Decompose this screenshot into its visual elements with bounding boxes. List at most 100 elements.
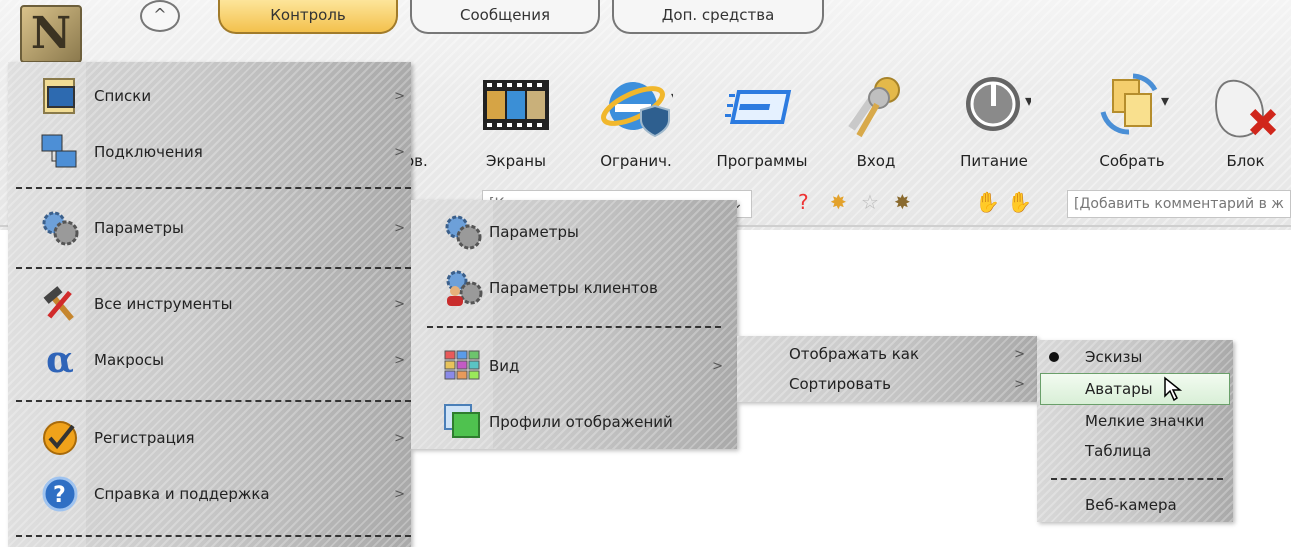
client-gears-icon <box>441 268 485 308</box>
tool-login[interactable]: Вход <box>826 72 926 170</box>
tool-power-label: Питание <box>960 152 1028 170</box>
menu-item-all-tools-label: Все инструменты <box>94 295 233 313</box>
submenu-item-sort-label: Сортировать <box>789 375 891 393</box>
option-webcam-label: Веб-камера <box>1085 496 1177 514</box>
display-as-submenu: Эскизы Аватары Мелкие значки Таблица Веб… <box>1037 340 1233 522</box>
option-thumbnails[interactable]: Эскизы <box>1037 342 1233 372</box>
menu-item-connections-label: Подключения <box>94 143 203 161</box>
submenu-arrow-icon: > <box>394 88 405 104</box>
menu-item-registration-label: Регистрация <box>94 429 195 447</box>
tab-extra-tools[interactable]: Доп. средства <box>612 0 824 34</box>
power-icon: ▾ <box>966 77 1031 131</box>
tool-restrict-label: Огранич. <box>600 152 672 170</box>
submenu-item-sort[interactable]: Сортировать > <box>737 370 1037 398</box>
film-screens-icon <box>483 80 549 130</box>
hand-red-icon[interactable]: ✋ <box>1007 190 1032 214</box>
tool-partial[interactable]: ов. <box>405 72 445 170</box>
submenu-item-display-as[interactable]: Отображать как > <box>737 340 1037 368</box>
mouse-cursor-icon <box>1164 376 1183 402</box>
submenu-item-client-parameters-label: Параметры клиентов <box>489 279 658 297</box>
svg-text:?: ? <box>53 483 66 508</box>
help-icon: ? <box>38 474 82 514</box>
submenu-item-display-as-label: Отображать как <box>789 345 920 363</box>
submenu-arrow-icon: > <box>394 352 405 368</box>
menu-item-help-label: Справка и поддержка <box>94 485 270 503</box>
tool-screens[interactable]: Экраны <box>466 72 566 170</box>
display-profiles-icon <box>441 402 485 442</box>
submenu-arrow-icon: > <box>1014 376 1025 392</box>
app-logo[interactable]: N <box>20 5 82 63</box>
program-window-icon <box>725 90 792 124</box>
menu-item-parameters[interactable]: Параметры > <box>8 204 411 252</box>
tool-partial-label: ов. <box>405 152 428 170</box>
submenu-item-client-parameters[interactable]: Параметры клиентов <box>411 264 737 312</box>
submenu-item-parameters-label: Параметры <box>489 223 579 241</box>
option-avatars-label: Аватары <box>1085 380 1153 398</box>
submenu-arrow-icon: > <box>394 220 405 236</box>
option-table[interactable]: Таблица <box>1037 436 1233 466</box>
svg-text:▾: ▾ <box>671 87 673 106</box>
tool-collect[interactable]: ▾ Собрать <box>1082 72 1182 170</box>
submenu-item-display-profiles[interactable]: Профили отображений <box>411 398 737 446</box>
option-webcam[interactable]: Веб-камера <box>1037 490 1233 520</box>
option-avatars[interactable]: Аватары <box>1037 374 1233 404</box>
menu-separator <box>16 267 411 269</box>
submenu-item-view[interactable]: Вид > <box>411 342 737 390</box>
menu-item-lists[interactable]: Списки > <box>8 72 411 120</box>
thumbnails-icon <box>441 346 485 386</box>
hand-yellow-icon[interactable]: ✋ <box>975 190 1000 214</box>
star-outline-icon[interactable]: ☆ <box>861 190 879 214</box>
monitor-list-icon <box>38 76 82 116</box>
submenu-arrow-icon: > <box>712 358 723 374</box>
tool-screens-label: Экраны <box>486 152 546 170</box>
menu-separator <box>16 187 411 189</box>
menu-separator <box>427 326 721 328</box>
submenu-item-parameters[interactable]: Параметры <box>411 208 737 256</box>
submenu-item-display-profiles-label: Профили отображений <box>489 413 673 431</box>
alpha-icon: α <box>46 339 74 381</box>
menu-item-macros[interactable]: α Макросы > <box>8 336 411 384</box>
view-submenu: Отображать как > Сортировать > <box>737 336 1037 402</box>
submenu-item-view-label: Вид <box>489 357 520 375</box>
menu-item-help[interactable]: ? Справка и поддержка > <box>8 470 411 518</box>
hammer-tools-icon <box>38 284 82 324</box>
tool-programs-label: Программы <box>716 152 808 170</box>
comment-input[interactable]: [Добавить комментарий в ж <box>1067 190 1291 218</box>
blocked-mouse-icon <box>1214 79 1276 138</box>
star-dark-icon[interactable]: ✸ <box>894 190 911 214</box>
submenu-arrow-icon: > <box>1014 346 1025 362</box>
menu-separator <box>16 400 411 402</box>
tab-control[interactable]: Контроль <box>218 0 398 34</box>
network-computers-icon <box>38 132 82 172</box>
menu-item-lists-label: Списки <box>94 87 152 105</box>
tool-login-label: Вход <box>856 152 896 170</box>
menu-item-connections[interactable]: Подключения > <box>8 128 411 176</box>
tool-block[interactable]: Блок <box>1200 72 1291 170</box>
tool-block-label: Блок <box>1226 152 1265 170</box>
submenu-arrow-icon: > <box>394 430 405 446</box>
gears-icon <box>38 208 82 248</box>
svg-text:▾: ▾ <box>1161 91 1169 110</box>
option-small-icons[interactable]: Мелкие значки <box>1037 406 1233 436</box>
quick-access-button[interactable]: ^ <box>140 0 180 32</box>
tool-restrict[interactable]: ▾ Огранич. <box>586 72 686 170</box>
submenu-arrow-icon: > <box>394 144 405 160</box>
svg-text:▾: ▾ <box>1025 91 1031 110</box>
question-flag-icon[interactable]: ? <box>798 190 809 214</box>
option-small-icons-label: Мелкие значки <box>1085 412 1205 430</box>
main-menu: Списки > Подключения > Параметры > Все и… <box>8 62 411 547</box>
option-thumbnails-label: Эскизы <box>1085 348 1143 366</box>
menu-item-all-tools[interactable]: Все инструменты > <box>8 280 411 328</box>
option-table-label: Таблица <box>1085 442 1152 460</box>
parameters-submenu: Параметры Параметры клиентов Вид > Профи… <box>411 200 737 449</box>
check-circle-icon <box>38 418 82 458</box>
keys-icon <box>848 77 900 138</box>
menu-item-registration[interactable]: Регистрация > <box>8 414 411 462</box>
tool-programs[interactable]: Программы <box>712 72 812 170</box>
tool-power[interactable]: ▾ Питание <box>944 72 1044 170</box>
tab-messages[interactable]: Сообщения <box>410 0 600 34</box>
ie-shield-icon: ▾ <box>601 82 673 138</box>
star-flag-icon[interactable]: ✸ <box>830 190 847 214</box>
menu-item-parameters-label: Параметры <box>94 219 184 237</box>
radio-selected-icon <box>1049 352 1059 362</box>
